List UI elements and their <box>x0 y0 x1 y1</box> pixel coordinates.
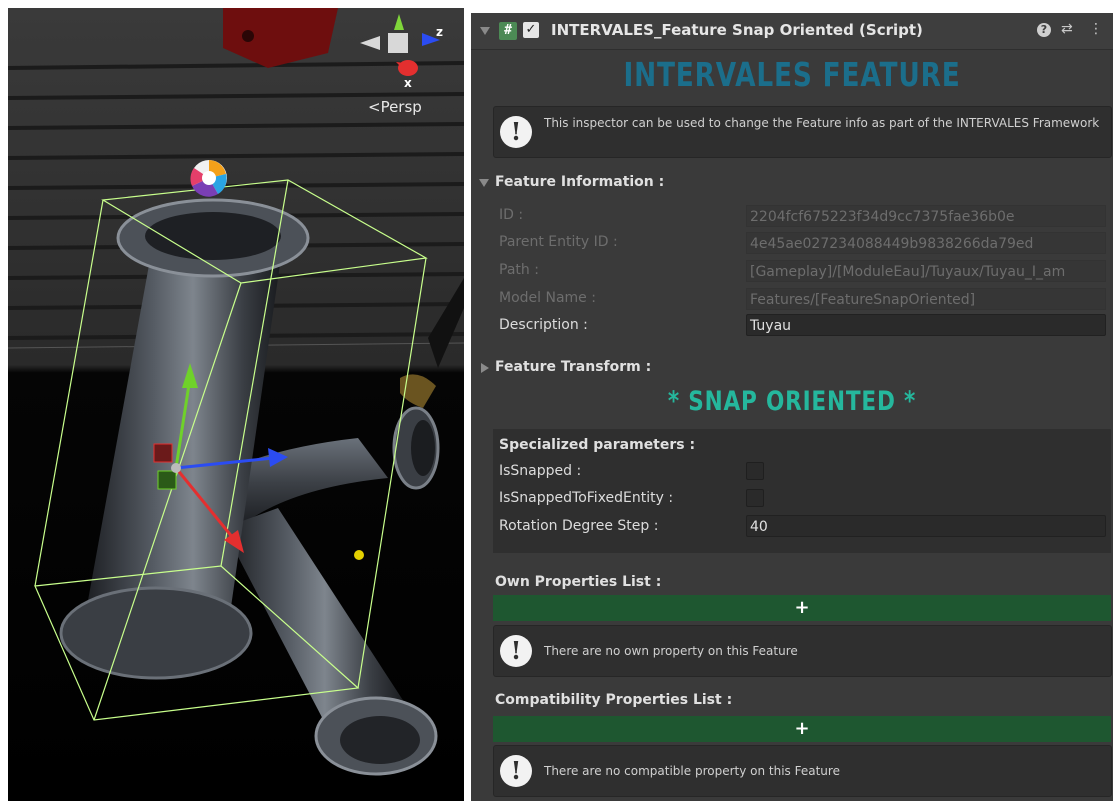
info-box: ! This inspector can be used to change t… <box>493 106 1112 158</box>
component-header[interactable]: # ✓ INTERVALES_Feature Snap Oriented (Sc… <box>471 13 1113 50</box>
description-label: Description : <box>499 317 588 333</box>
feature-transform-foldout[interactable]: Feature Transform : <box>495 359 651 375</box>
info-icon: ! <box>500 635 532 667</box>
compat-properties-label: Compatibility Properties List : <box>495 692 733 708</box>
is-snapped-fixed-checkbox[interactable] <box>746 489 764 507</box>
info-icon: ! <box>500 755 532 787</box>
main-title: INTERVALES FEATURE <box>623 55 961 94</box>
id-label: ID : <box>499 207 524 223</box>
own-properties-label: Own Properties List : <box>495 574 662 590</box>
parent-entity-id-label: Parent Entity ID : <box>499 234 618 250</box>
gizmo-axis-x[interactable]: x <box>404 76 412 90</box>
more-icon[interactable]: ⋮ <box>1089 21 1103 37</box>
feature-information-foldout[interactable]: Feature Information : <box>495 174 664 190</box>
id-field: 2204fcf675223f34d9cc7375fae36b0e <box>746 205 1106 227</box>
parent-entity-id-field: 4e45ae027234088449b9838266da79ed <box>746 232 1106 254</box>
add-own-property-button[interactable]: + <box>493 595 1111 621</box>
path-label: Path : <box>499 262 539 278</box>
own-properties-empty-message: There are no own property on this Featur… <box>544 644 798 658</box>
sub-title: * SNAP ORIENTED * <box>667 386 917 417</box>
specialized-parameters-label: Specialized parameters : <box>499 437 696 453</box>
path-field: [Gameplay]/[ModuleEau]/Tuyaux/Tuyau_I_am <box>746 260 1106 282</box>
projection-toggle[interactable]: <Persp <box>368 98 422 116</box>
own-properties-empty-box: ! There are no own property on this Feat… <box>493 625 1112 677</box>
enabled-checkbox[interactable]: ✓ <box>523 22 539 38</box>
specialized-parameters-panel: Specialized parameters : IsSnapped : IsS… <box>493 429 1111 553</box>
inspector-panel: # ✓ INTERVALES_Feature Snap Oriented (Sc… <box>471 13 1113 801</box>
info-icon: ! <box>500 116 532 148</box>
description-input[interactable]: Tuyau <box>746 314 1106 336</box>
is-snapped-fixed-label: IsSnappedToFixedEntity : <box>499 490 674 506</box>
collapse-arrow-icon[interactable] <box>481 363 489 373</box>
is-snapped-label: IsSnapped : <box>499 463 582 479</box>
compat-properties-empty-box: ! There are no compatible property on th… <box>493 745 1112 797</box>
compat-properties-empty-message: There are no compatible property on this… <box>544 764 840 778</box>
help-icon[interactable]: ? <box>1037 23 1051 37</box>
scene-view[interactable]: z x <Persp <box>8 8 464 801</box>
rotation-step-input[interactable]: 40 <box>746 515 1106 537</box>
component-title: INTERVALES_Feature Snap Oriented (Script… <box>551 21 923 39</box>
settings-icon[interactable]: ⇄ <box>1061 21 1073 37</box>
expand-arrow-icon[interactable] <box>479 179 489 187</box>
gizmo-axis-z[interactable]: z <box>436 25 443 39</box>
info-message: This inspector can be used to change the… <box>544 116 1100 130</box>
is-snapped-checkbox[interactable] <box>746 462 764 480</box>
fold-arrow-icon[interactable] <box>480 27 490 35</box>
rotation-step-label: Rotation Degree Step : <box>499 518 659 534</box>
model-name-field: Features/[FeatureSnapOriented] <box>746 288 1106 310</box>
script-icon: # <box>499 22 517 40</box>
model-name-label: Model Name : <box>499 290 596 306</box>
scene-render <box>8 8 464 801</box>
add-compat-property-button[interactable]: + <box>493 716 1111 742</box>
